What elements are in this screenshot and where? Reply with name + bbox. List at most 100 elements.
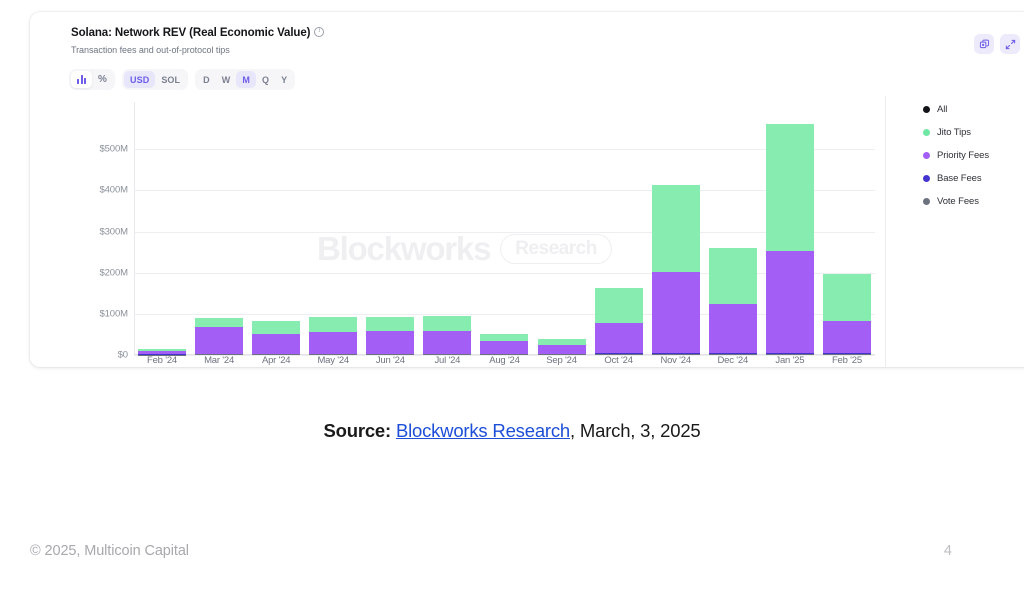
chart-card: Solana: Network REV (Real Economic Value… <box>30 12 1024 367</box>
bar-column[interactable] <box>480 96 528 355</box>
card-actions <box>974 34 1020 54</box>
source-link[interactable]: Blockworks Research <box>396 420 570 441</box>
bar-segment-jito-tips <box>652 185 700 273</box>
bar-stack <box>366 317 414 355</box>
bar-stack <box>652 185 700 355</box>
x-axis-tick-label: Mar '24 <box>195 355 243 366</box>
bar-column[interactable] <box>595 96 643 355</box>
x-axis-tick-label: Nov '24 <box>652 355 700 366</box>
bar-segment-priority-fees <box>652 272 700 353</box>
bar-stack <box>423 316 471 355</box>
legend-item-all[interactable]: All <box>923 104 989 115</box>
bar-segment-priority-fees <box>595 323 643 353</box>
x-axis-tick-label: Aug '24 <box>480 355 528 366</box>
x-axis-tick-label: Feb '25 <box>823 355 871 366</box>
bar-column[interactable] <box>766 96 814 355</box>
expand-icon[interactable] <box>1000 34 1020 54</box>
y-axis-tick-label: $500M <box>99 144 128 155</box>
interval-group: D W M Q Y <box>195 69 295 90</box>
bar-column[interactable] <box>366 96 414 355</box>
legend-color-dot <box>923 106 930 113</box>
bar-column[interactable] <box>709 96 757 355</box>
chart-legend: All Jito Tips Priority Fees Base Fees Vote F… <box>923 104 989 207</box>
x-axis-tick-label: Jul '24 <box>423 355 471 366</box>
bar-segment-jito-tips <box>823 274 871 321</box>
interval-w-button[interactable]: W <box>216 71 237 88</box>
bar-segment-jito-tips <box>709 248 757 304</box>
bar-segment-priority-fees <box>195 327 243 354</box>
bar-stack <box>709 248 757 355</box>
source-line: Source: Blockworks Research, March, 3, 2… <box>0 420 1024 442</box>
legend-item-priority-fees[interactable]: Priority Fees <box>923 150 989 161</box>
chart-toolbar: % USD SOL D W M Q Y <box>69 69 295 90</box>
x-axis-tick-label: May '24 <box>309 355 357 366</box>
chart-type-bars-button[interactable] <box>71 71 92 88</box>
legend-color-dot <box>923 175 930 182</box>
x-axis-tick-label: Apr '24 <box>252 355 300 366</box>
interval-q-button[interactable]: Q <box>256 71 275 88</box>
x-axis-tick-label: Jan '25 <box>766 355 814 366</box>
bar-segment-priority-fees <box>480 341 528 353</box>
bar-segment-jito-tips <box>195 318 243 327</box>
bar-segment-priority-fees <box>538 345 586 354</box>
bar-column[interactable] <box>138 96 186 355</box>
slide: Solana: Network REV (Real Economic Value… <box>0 0 1024 600</box>
source-label: Source: <box>324 420 391 441</box>
bar-segment-priority-fees <box>309 332 357 353</box>
legend-color-dot <box>923 198 930 205</box>
y-axis-labels: $0$100M$200M$300M$400M$500M <box>66 96 128 367</box>
bar-segment-priority-fees <box>366 331 414 354</box>
bar-segment-jito-tips <box>766 124 814 251</box>
bar-segment-priority-fees <box>709 304 757 353</box>
page-title: Solana: Network REV (Real Economic Value… <box>71 27 310 39</box>
bar-segment-jito-tips <box>252 321 300 333</box>
bar-segment-jito-tips <box>595 288 643 323</box>
bar-segment-priority-fees <box>423 331 471 354</box>
legend-color-dot <box>923 129 930 136</box>
legend-item-vote-fees[interactable]: Vote Fees <box>923 196 989 207</box>
bar-column[interactable] <box>423 96 471 355</box>
source-date: , March, 3, 2025 <box>570 420 700 441</box>
currency-sol-button[interactable]: SOL <box>155 71 186 88</box>
bar-segment-priority-fees <box>766 251 814 353</box>
info-circle-icon[interactable] <box>314 27 324 37</box>
bar-stack <box>538 339 586 355</box>
interval-m-button[interactable]: M <box>236 71 256 88</box>
x-axis-tick-label: Oct '24 <box>595 355 643 366</box>
bar-column[interactable] <box>309 96 357 355</box>
bar-stack <box>309 317 357 355</box>
legend-item-jito-tips[interactable]: Jito Tips <box>923 127 989 138</box>
x-axis-tick-label: Sep '24 <box>538 355 586 366</box>
bar-segment-jito-tips <box>480 334 528 342</box>
legend-label: Base Fees <box>937 173 982 184</box>
legend-item-base-fees[interactable]: Base Fees <box>923 173 989 184</box>
x-axis-tick-label: Dec '24 <box>709 355 757 366</box>
bar-segment-jito-tips <box>423 316 471 331</box>
bar-column[interactable] <box>652 96 700 355</box>
y-axis-tick-label: $400M <box>99 185 128 196</box>
y-axis-tick-label: $100M <box>99 308 128 319</box>
bar-stack <box>480 334 528 355</box>
bar-series <box>134 96 875 367</box>
bar-stack <box>823 274 871 355</box>
x-axis-tick-label: Jun '24 <box>366 355 414 366</box>
bar-column[interactable] <box>823 96 871 355</box>
footer-copyright: © 2025, Multicoin Capital <box>30 543 189 559</box>
bar-column[interactable] <box>538 96 586 355</box>
x-axis-labels: Feb '24Mar '24Apr '24May '24Jun '24Jul '… <box>134 355 875 366</box>
legend-divider <box>885 96 886 367</box>
y-axis-tick-label: $200M <box>99 267 128 278</box>
bar-stack <box>252 321 300 355</box>
legend-label: All <box>937 104 947 115</box>
snapshot-icon[interactable] <box>974 34 994 54</box>
bar-column[interactable] <box>195 96 243 355</box>
currency-usd-button[interactable]: USD <box>124 71 155 88</box>
interval-y-button[interactable]: Y <box>275 71 293 88</box>
interval-d-button[interactable]: D <box>197 71 216 88</box>
percent-icon: % <box>98 75 107 85</box>
bar-segment-priority-fees <box>252 334 300 354</box>
chart-type-percent-button[interactable]: % <box>92 71 113 88</box>
bar-column[interactable] <box>252 96 300 355</box>
footer-page-number: 4 <box>944 543 952 559</box>
plot-area: Blockworks Research $0$100M$200M$300M$40… <box>30 96 1024 367</box>
